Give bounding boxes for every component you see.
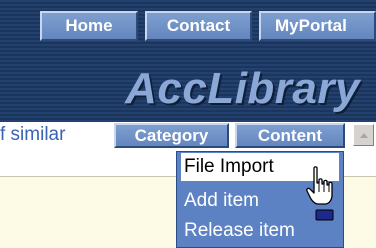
hand-pointer-icon [306, 166, 334, 221]
scroll-up-arrow-icon [360, 133, 368, 138]
site-logo: AccLibrary [125, 64, 360, 113]
similar-link[interactable]: f similar [0, 122, 65, 149]
scroll-up-button[interactable] [353, 124, 374, 146]
tab-category[interactable]: Category [114, 123, 229, 148]
myportal-button[interactable]: MyPortal [259, 11, 376, 41]
tab-content[interactable]: Content [235, 123, 345, 148]
contact-button[interactable]: Contact [145, 11, 252, 41]
tab-bar: f similar Category Content [0, 122, 376, 149]
site-header: Home Contact MyPortal AccLibrary [0, 0, 376, 122]
home-button[interactable]: Home [40, 11, 138, 41]
